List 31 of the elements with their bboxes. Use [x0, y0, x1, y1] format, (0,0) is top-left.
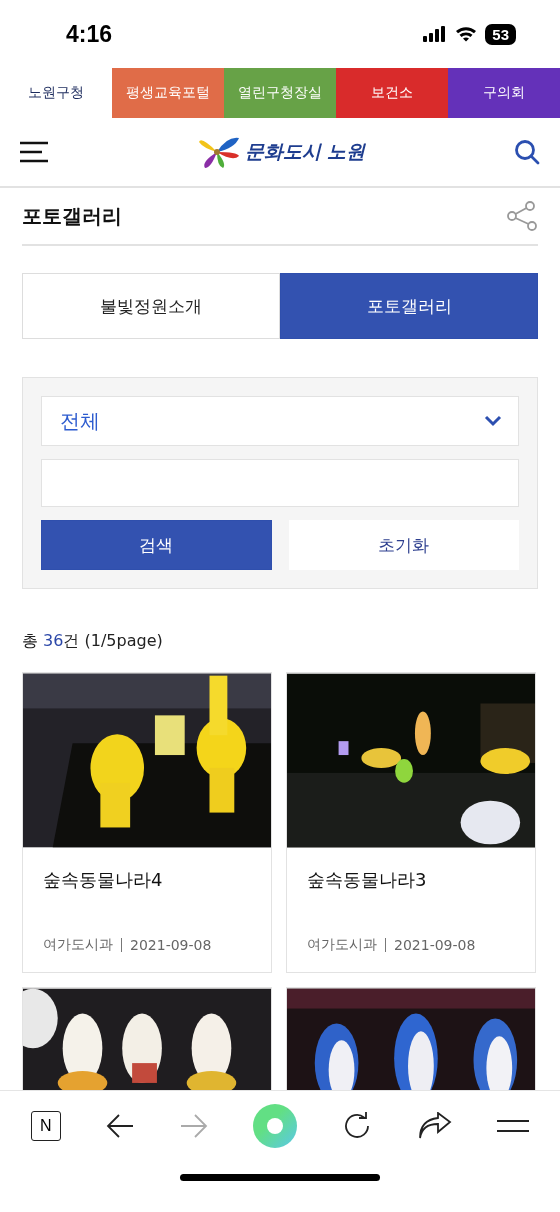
- signal-icon: [423, 26, 448, 42]
- site-tab[interactable]: 보건소: [336, 68, 448, 118]
- search-button[interactable]: 검색: [41, 520, 272, 570]
- category-select[interactable]: 전체: [41, 396, 519, 446]
- card-title: 숲속동물나라3: [307, 868, 428, 892]
- back-arrow-icon[interactable]: [106, 1112, 135, 1139]
- gallery-card[interactable]: 숲속동물나라3 여가도시과 2021-09-08: [286, 672, 536, 973]
- gallery-card[interactable]: 숲속동물나라4 여가도시과 2021-09-08: [22, 672, 272, 973]
- post-date: 2021-09-08: [394, 937, 476, 953]
- chevron-down-icon: [484, 415, 502, 427]
- page-title: 포토갤러리: [22, 202, 122, 230]
- content-tab[interactable]: 포토갤러리: [280, 273, 538, 339]
- search-icon[interactable]: [514, 139, 540, 165]
- result-count: 총 36건 (1/5page): [22, 631, 164, 652]
- menu-icon[interactable]: [20, 141, 48, 163]
- logo-text: 문화도시 노원: [244, 139, 366, 164]
- search-input[interactable]: [41, 459, 519, 507]
- battery-level: 53: [485, 23, 516, 45]
- share-icon[interactable]: [506, 200, 538, 232]
- department: 여가도시과: [43, 936, 113, 954]
- wifi-icon: [455, 26, 478, 42]
- clock-time: 4:16: [66, 20, 113, 48]
- department: 여가도시과: [307, 936, 377, 954]
- share-arrow-icon[interactable]: [417, 1111, 452, 1140]
- content-tab[interactable]: 불빛정원소개: [22, 273, 280, 339]
- card-title: 숲속동물나라4: [43, 868, 164, 892]
- tabs-button[interactable]: N: [30, 1110, 61, 1141]
- post-date: 2021-09-08: [130, 937, 212, 953]
- site-tab[interactable]: 구의회: [448, 68, 560, 118]
- reset-button[interactable]: 초기화: [288, 520, 519, 570]
- menu-icon[interactable]: [497, 1118, 530, 1133]
